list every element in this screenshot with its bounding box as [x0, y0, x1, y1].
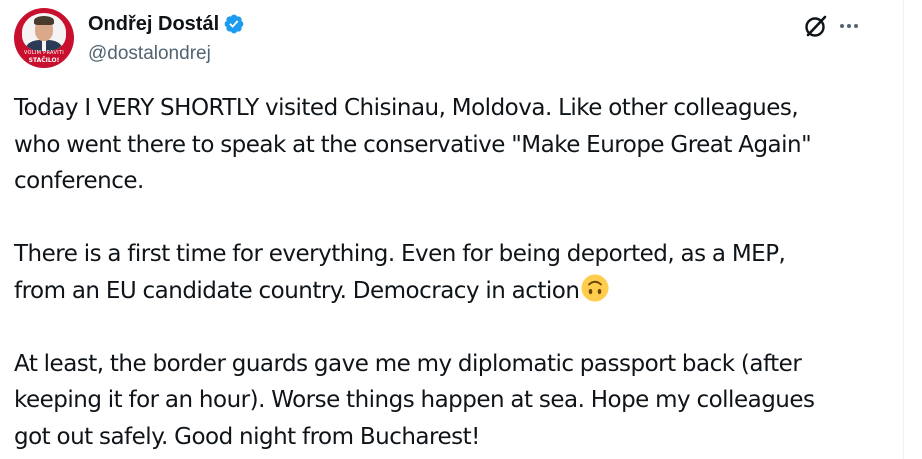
tweet-line: from an EU candidate country. Democracy …	[14, 273, 894, 310]
tweet-line: got out safely. Good night from Buchares…	[14, 423, 480, 450]
tweet-header: VOLIM PRAVITI STAČILO! Ondřej Dostál @do…	[14, 8, 882, 72]
tweet-line: Today I VERY SHORTLY visited Chisinau, M…	[14, 95, 799, 121]
upside-down-face-icon	[581, 274, 609, 301]
verified-badge-icon[interactable]	[223, 13, 245, 35]
tweet-line: At least, the border guards gave me my d…	[14, 350, 802, 377]
timeline-border	[903, 0, 904, 459]
display-name[interactable]: Ondřej Dostál	[88, 12, 219, 36]
tweet-line: who went there to speak at the conservat…	[14, 131, 812, 158]
avatar-photo	[22, 13, 66, 51]
name-row: Ondřej Dostál	[88, 12, 245, 36]
tweet-text: Today I VERY SHORTLY visited Chisinau, M…	[14, 90, 894, 455]
avatar[interactable]: VOLIM PRAVITI STAČILO!	[14, 8, 74, 68]
tweet-line-text: from an EU candidate country. Democracy …	[14, 277, 580, 304]
grok-icon[interactable]	[802, 12, 830, 40]
more-icon[interactable]	[836, 13, 862, 39]
tweet-line: There is a first time for everything. Ev…	[14, 241, 786, 267]
tweet-line: keeping it for an hour). Worse things ha…	[14, 387, 815, 413]
avatar-badge-line1: VOLIM PRAVITI	[23, 50, 65, 56]
avatar-badge-line2: STAČILO!	[28, 57, 60, 64]
handle[interactable]: @dostalondrej	[88, 43, 211, 65]
tweet-line: conference.	[14, 168, 144, 194]
